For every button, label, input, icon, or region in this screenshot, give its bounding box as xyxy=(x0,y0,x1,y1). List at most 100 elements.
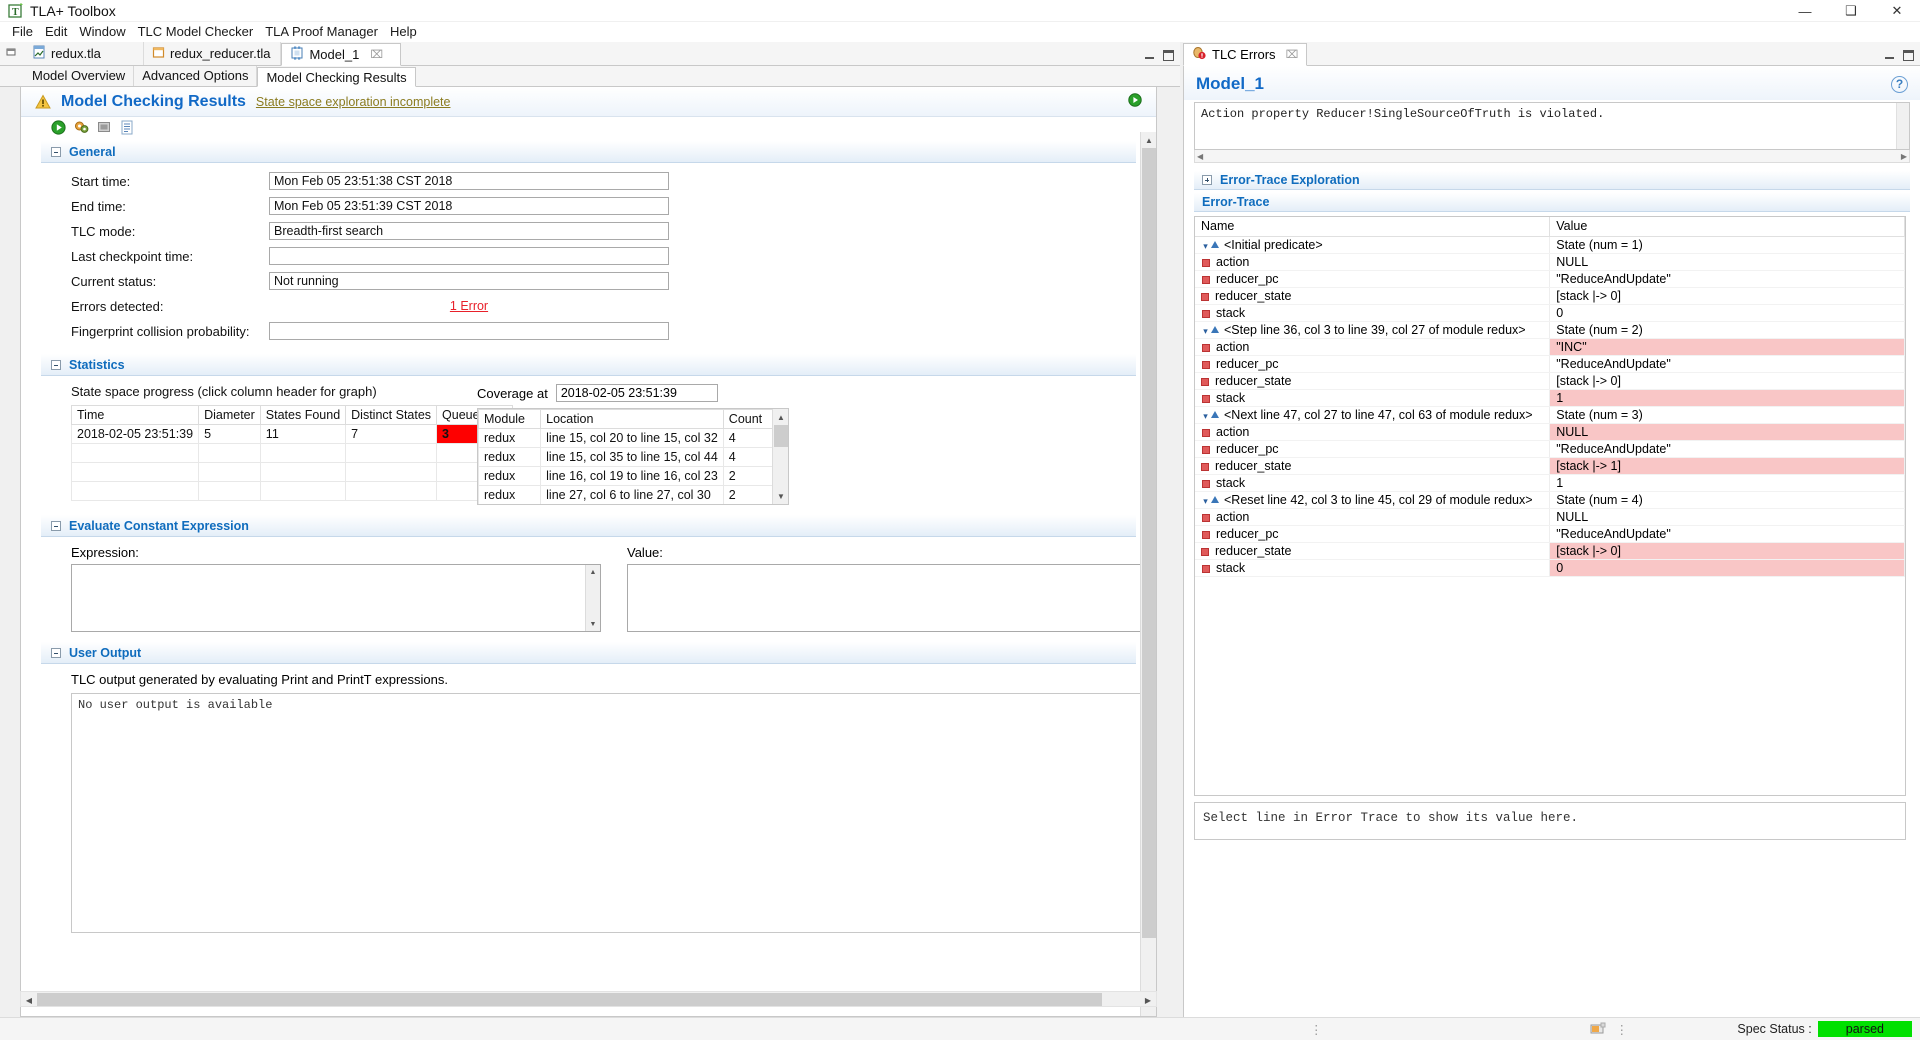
minimize-button[interactable]: — xyxy=(1782,0,1828,22)
table-row[interactable]: ▾ <Next line 47, col 27 to line 47, col 6… xyxy=(1195,406,1905,424)
editor-tab-model-1[interactable]: Model_1 ⌧ xyxy=(281,43,402,66)
table-row[interactable]: reducer_pc "ReduceAndUpdate" xyxy=(1195,525,1905,543)
table-row[interactable]: action NULL xyxy=(1195,508,1905,526)
col-diameter[interactable]: Diameter xyxy=(198,405,261,425)
collapse-icon[interactable] xyxy=(51,647,61,658)
menu-help[interactable]: Help xyxy=(384,22,423,42)
restore-view-icon[interactable] xyxy=(6,46,18,61)
statistics-section-header[interactable]: Statistics xyxy=(41,354,1136,376)
general-section-header[interactable]: General xyxy=(41,141,1136,163)
editor-vertical-scrollbar[interactable]: ▲ ▼ xyxy=(1140,132,1156,1016)
scroll-right-icon[interactable]: ▶ xyxy=(1140,992,1156,1008)
col-location[interactable]: Location xyxy=(540,409,724,429)
col-name[interactable]: Name xyxy=(1195,217,1551,237)
col-states-found[interactable]: States Found xyxy=(259,405,347,425)
status-drag-handle-2[interactable]: ⋮ xyxy=(1616,1022,1631,1037)
col-count[interactable]: Count xyxy=(722,409,774,429)
menu-tla-proof-manager[interactable]: TLA Proof Manager xyxy=(259,22,384,42)
scroll-down-icon[interactable]: ▼ xyxy=(586,617,600,631)
table-row[interactable]: action NULL xyxy=(1195,423,1905,441)
col-value[interactable]: Value xyxy=(1549,217,1905,237)
error-trace-exploration-header[interactable]: Error-Trace Exploration xyxy=(1194,171,1910,190)
table-row[interactable]: ▸reducer_state [stack |-> 1] xyxy=(1195,457,1905,475)
menu-file[interactable]: File xyxy=(6,22,39,42)
chevron-down-icon[interactable]: ▾ xyxy=(1201,496,1210,507)
col-module[interactable]: Module xyxy=(478,409,542,429)
table-row[interactable]: redux line 28, col 6 to line 28, col 20 … xyxy=(479,505,773,506)
fingerprint-collision-input[interactable] xyxy=(269,322,669,340)
editor-tab-redux-tla[interactable]: redux.tla xyxy=(24,42,144,65)
table-row[interactable]: stack 0 xyxy=(1195,304,1905,322)
coverage-time-input[interactable] xyxy=(555,384,718,402)
scroll-up-icon[interactable]: ▲ xyxy=(773,409,788,425)
scrollbar-thumb[interactable] xyxy=(37,993,1102,1006)
table-row[interactable]: redux line 27, col 6 to line 27, col 30 … xyxy=(478,485,774,504)
expand-icon[interactable] xyxy=(1202,175,1212,185)
table-row[interactable]: ▸reducer_state [stack |-> 0] xyxy=(1195,542,1905,560)
menu-tlc-model-checker[interactable]: TLC Model Checker xyxy=(132,22,260,42)
state-space-status-link[interactable]: State space exploration incomplete xyxy=(256,95,451,109)
view-tab-tlc-errors[interactable]: TLC Errors ⌧ xyxy=(1183,43,1308,66)
scroll-left-icon[interactable]: ◀ xyxy=(1197,152,1203,161)
coverage-scrollbar[interactable]: ▲ ▼ xyxy=(772,409,788,504)
scroll-right-icon[interactable]: ▶ xyxy=(1901,152,1907,161)
last-checkpoint-input[interactable] xyxy=(269,247,669,265)
minimize-editor-icon[interactable] xyxy=(1144,50,1155,61)
col-time[interactable]: Time xyxy=(70,405,200,425)
expression-scrollbar[interactable]: ▲ ▼ xyxy=(585,565,600,631)
table-row[interactable]: reducer_pc "ReduceAndUpdate" xyxy=(1195,270,1905,288)
editor-horizontal-scrollbar[interactable]: ◀ ▶ xyxy=(20,991,1157,1007)
table-row[interactable]: reducer_pc "ReduceAndUpdate" xyxy=(1195,440,1905,458)
menu-window[interactable]: Window xyxy=(73,22,131,42)
status-drag-handle[interactable]: ⋮ xyxy=(1310,1022,1325,1037)
gears-icon[interactable] xyxy=(74,120,90,136)
maximize-view-icon[interactable] xyxy=(1903,50,1914,61)
table-row[interactable]: redux line 15, col 20 to line 15, col 32… xyxy=(478,428,774,448)
document-icon[interactable] xyxy=(120,120,136,136)
start-time-input[interactable] xyxy=(269,172,669,190)
run-icon[interactable] xyxy=(51,120,67,136)
current-status-input[interactable] xyxy=(269,272,669,290)
close-icon[interactable]: ⌧ xyxy=(1286,48,1299,61)
chevron-down-icon[interactable]: ▾ xyxy=(1201,326,1210,337)
close-icon[interactable]: ⌧ xyxy=(370,48,383,61)
scroll-left-icon[interactable]: ◀ xyxy=(21,992,37,1008)
user-output-section-header[interactable]: User Output xyxy=(41,642,1136,664)
scroll-down-icon[interactable]: ▼ xyxy=(773,488,788,504)
scroll-up-icon[interactable]: ▲ xyxy=(586,565,600,579)
table-row[interactable]: action "INC" xyxy=(1195,338,1905,356)
scrollbar-thumb[interactable] xyxy=(1142,148,1156,938)
tab-advanced-options[interactable]: Advanced Options xyxy=(134,66,258,86)
error-trace-table-wrap[interactable]: Name Value ▾ <Initial predicate> State (n… xyxy=(1194,216,1906,796)
table-row[interactable]: action NULL xyxy=(1195,253,1905,271)
table-row[interactable]: redux line 15, col 35 to line 15, col 44… xyxy=(478,447,774,467)
error-message-hscrollbar[interactable]: ◀ ▶ xyxy=(1194,150,1910,163)
close-button[interactable]: ✕ xyxy=(1874,0,1920,22)
table-row[interactable]: stack 1 xyxy=(1195,474,1905,492)
evaluate-section-header[interactable]: Evaluate Constant Expression xyxy=(41,515,1136,537)
stop-icon[interactable] xyxy=(97,120,113,136)
chevron-down-icon[interactable]: ▾ xyxy=(1201,411,1210,422)
table-row[interactable]: stack 1 xyxy=(1195,389,1905,407)
table-row[interactable]: reducer_pc "ReduceAndUpdate" xyxy=(1195,355,1905,373)
scroll-up-icon[interactable]: ▲ xyxy=(1141,132,1156,148)
error-message-scrollbar[interactable] xyxy=(1896,103,1909,149)
collapse-icon[interactable] xyxy=(51,146,61,157)
expression-input[interactable]: ▲ ▼ xyxy=(71,564,601,632)
table-row[interactable]: ▸reducer_state [stack |-> 0] xyxy=(1195,372,1905,390)
tab-model-overview[interactable]: Model Overview xyxy=(24,66,135,86)
menu-edit[interactable]: Edit xyxy=(39,22,73,42)
heap-status-icon[interactable] xyxy=(1590,1022,1606,1036)
maximize-editor-icon[interactable] xyxy=(1163,50,1174,61)
editor-tab-redux-reducer-tla[interactable]: redux_reducer.tla xyxy=(144,42,282,65)
table-row[interactable]: ▾ <Initial predicate> State (num = 1) xyxy=(1195,236,1905,254)
collapse-icon[interactable] xyxy=(51,520,61,531)
scrollbar-thumb[interactable] xyxy=(774,425,788,447)
table-row[interactable]: redux line 16, col 19 to line 16, col 23… xyxy=(478,466,774,486)
tlc-mode-input[interactable] xyxy=(269,222,669,240)
chevron-down-icon[interactable]: ▾ xyxy=(1201,241,1210,252)
col-distinct-states[interactable]: Distinct States xyxy=(345,405,438,425)
end-time-input[interactable] xyxy=(269,197,669,215)
table-row[interactable]: ▾ <Reset line 42, col 3 to line 45, col 2… xyxy=(1195,491,1905,509)
tab-model-checking-results[interactable]: Model Checking Results xyxy=(257,67,416,87)
